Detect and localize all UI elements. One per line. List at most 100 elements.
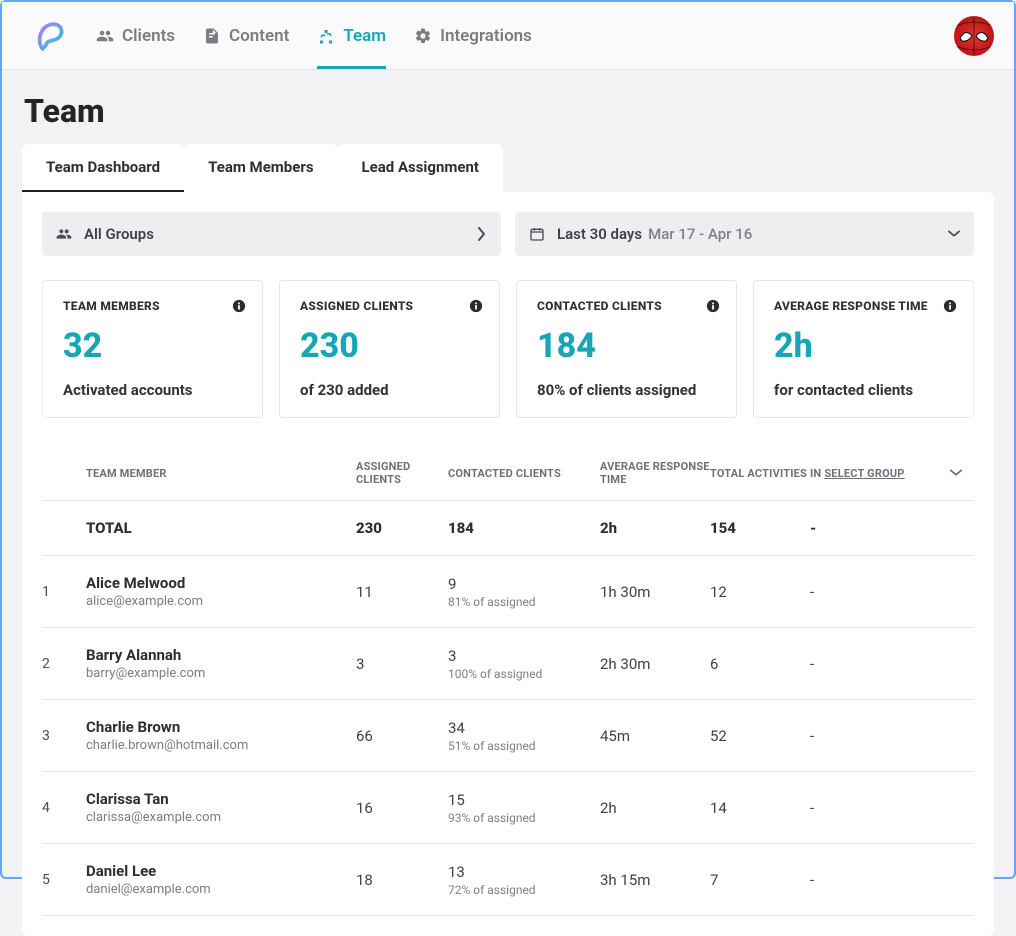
row-group: - bbox=[810, 583, 950, 601]
row-contacted-pct: 100% of assigned bbox=[448, 667, 600, 681]
row-group: - bbox=[810, 871, 950, 889]
col-response: AVERAGE RESPONSE TIME bbox=[600, 460, 710, 486]
row-member: Alice Melwood alice@example.com bbox=[86, 574, 356, 609]
info-icon[interactable] bbox=[469, 299, 483, 313]
row-response: 1h 30m bbox=[600, 583, 710, 601]
metric-sub: 80% of clients assigned bbox=[537, 381, 716, 399]
member-name: Alice Melwood bbox=[86, 574, 356, 592]
info-icon[interactable] bbox=[943, 299, 957, 313]
info-icon[interactable] bbox=[232, 299, 246, 313]
row-index: 3 bbox=[42, 728, 86, 744]
row-member: Charlie Brown charlie.brown@hotmail.com bbox=[86, 718, 356, 753]
row-index: 2 bbox=[42, 656, 86, 672]
row-assigned: 16 bbox=[356, 799, 448, 817]
nav-content[interactable]: Content bbox=[203, 2, 289, 69]
total-activities: 154 bbox=[710, 519, 810, 537]
gears-icon bbox=[414, 27, 432, 45]
row-member: Barry Alannah barry@example.com bbox=[86, 646, 356, 681]
date-filter[interactable]: Last 30 days Mar 17 - Apr 16 bbox=[515, 212, 974, 256]
metric-contacted-clients: CONTACTED CLIENTS 184 80% of clients ass… bbox=[516, 280, 737, 418]
row-assigned: 11 bbox=[356, 583, 448, 601]
row-group: - bbox=[810, 727, 950, 745]
group-filter[interactable]: All Groups bbox=[42, 212, 501, 256]
col-team-member: TEAM MEMBER bbox=[86, 467, 356, 480]
col-contacted: CONTACTED CLIENTS bbox=[448, 467, 600, 480]
info-icon[interactable] bbox=[706, 299, 720, 313]
col-in-group[interactable]: IN SELECT GROUP bbox=[810, 467, 950, 480]
nav-clients[interactable]: Clients bbox=[96, 2, 175, 69]
page-title: Team bbox=[2, 70, 1014, 144]
row-contacted: 34 51% of assigned bbox=[448, 719, 600, 753]
table-row-total: TOTAL 230 184 2h 154 - bbox=[42, 501, 974, 556]
total-contacted: 184 bbox=[448, 519, 600, 537]
total-group: - bbox=[810, 519, 950, 537]
table-header: TEAM MEMBER ASSIGNED CLIENTS CONTACTED C… bbox=[42, 446, 974, 501]
row-member: Daniel Lee daniel@example.com bbox=[86, 862, 356, 897]
sub-tabs: Team Dashboard Team Members Lead Assignm… bbox=[22, 144, 994, 192]
row-activities: 52 bbox=[710, 727, 810, 745]
chevron-down-icon[interactable] bbox=[950, 467, 974, 479]
total-assigned: 230 bbox=[356, 519, 448, 537]
row-activities: 14 bbox=[710, 799, 810, 817]
metric-sub: for contacted clients bbox=[774, 381, 953, 399]
row-response: 2h bbox=[600, 799, 710, 817]
calendar-icon bbox=[529, 226, 545, 242]
row-contacted: 15 93% of assigned bbox=[448, 791, 600, 825]
member-name: Charlie Brown bbox=[86, 718, 356, 736]
row-activities: 7 bbox=[710, 871, 810, 889]
total-response: 2h bbox=[600, 519, 710, 537]
row-contacted-pct: 72% of assigned bbox=[448, 883, 600, 897]
document-icon bbox=[203, 27, 221, 45]
table-row[interactable]: 1 Alice Melwood alice@example.com 11 9 8… bbox=[42, 556, 974, 628]
row-member: Clarissa Tan clarissa@example.com bbox=[86, 790, 356, 825]
tab-team-dashboard[interactable]: Team Dashboard bbox=[22, 144, 184, 192]
row-response: 45m bbox=[600, 727, 710, 745]
tab-lead-assignment[interactable]: Lead Assignment bbox=[338, 144, 503, 192]
people-icon bbox=[56, 226, 72, 242]
metric-value: 32 bbox=[63, 329, 242, 363]
app-logo[interactable] bbox=[22, 19, 78, 53]
row-index: 4 bbox=[42, 800, 86, 816]
table-row[interactable]: 4 Clarissa Tan clarissa@example.com 16 1… bbox=[42, 772, 974, 844]
avatar-mask-icon bbox=[954, 16, 994, 56]
metric-title: CONTACTED CLIENTS bbox=[537, 299, 716, 313]
col-activities: TOTAL ACTIVITIES bbox=[710, 467, 810, 480]
metric-value: 184 bbox=[537, 329, 716, 363]
row-response: 3h 15m bbox=[600, 871, 710, 889]
row-assigned: 18 bbox=[356, 871, 448, 889]
dashboard-panel: All Groups Last 30 days Mar 17 - Apr 16 … bbox=[22, 192, 994, 936]
row-index: 1 bbox=[42, 584, 86, 600]
date-filter-label: Last 30 days bbox=[557, 225, 642, 243]
row-contacted-pct: 51% of assigned bbox=[448, 739, 600, 753]
table-row[interactable]: 3 Charlie Brown charlie.brown@hotmail.co… bbox=[42, 700, 974, 772]
member-email: barry@example.com bbox=[86, 666, 356, 681]
row-response: 2h 30m bbox=[600, 655, 710, 673]
member-email: daniel@example.com bbox=[86, 882, 356, 897]
group-filter-label: All Groups bbox=[84, 225, 154, 243]
nav-clients-label: Clients bbox=[122, 26, 175, 46]
nav-integrations[interactable]: Integrations bbox=[414, 2, 532, 69]
nav-team-label: Team bbox=[343, 26, 386, 46]
table-row[interactable]: 2 Barry Alannah barry@example.com 3 3 10… bbox=[42, 628, 974, 700]
row-contacted-pct: 81% of assigned bbox=[448, 595, 600, 609]
metric-assigned-clients: ASSIGNED CLIENTS 230 of 230 added bbox=[279, 280, 500, 418]
nav-team[interactable]: Team bbox=[317, 2, 386, 69]
select-group-link[interactable]: SELECT GROUP bbox=[824, 467, 904, 480]
row-activities: 6 bbox=[710, 655, 810, 673]
col-assigned: ASSIGNED CLIENTS bbox=[356, 460, 448, 486]
metric-sub: of 230 added bbox=[300, 381, 479, 399]
member-email: charlie.brown@hotmail.com bbox=[86, 738, 356, 753]
tab-team-members[interactable]: Team Members bbox=[184, 144, 337, 192]
metric-value: 230 bbox=[300, 329, 479, 363]
member-name: Clarissa Tan bbox=[86, 790, 356, 808]
user-avatar[interactable] bbox=[954, 16, 994, 56]
total-label: TOTAL bbox=[86, 519, 356, 537]
chevron-down-icon bbox=[948, 229, 960, 239]
top-navbar: Clients Content Team Integrations bbox=[2, 2, 1014, 70]
table-row[interactable]: 5 Daniel Lee daniel@example.com 18 13 72… bbox=[42, 844, 974, 916]
row-index: 5 bbox=[42, 872, 86, 888]
metric-value: 2h bbox=[774, 329, 953, 363]
row-group: - bbox=[810, 655, 950, 673]
row-assigned: 66 bbox=[356, 727, 448, 745]
row-assigned: 3 bbox=[356, 655, 448, 673]
